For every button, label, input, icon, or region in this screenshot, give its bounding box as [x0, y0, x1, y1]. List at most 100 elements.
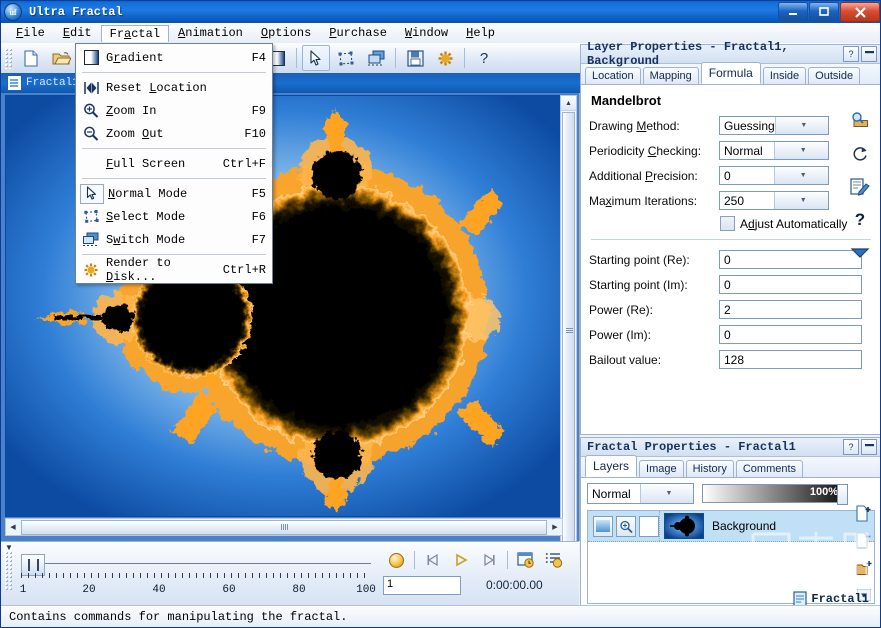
tab-outside[interactable]: Outside	[808, 67, 861, 84]
timeline-window-icon[interactable]	[513, 549, 539, 571]
tab-inside[interactable]: Inside	[762, 67, 807, 84]
reload-refresh-icon[interactable]	[849, 144, 871, 164]
fractal-properties-minimize-button[interactable]	[861, 439, 877, 455]
timeline-track[interactable]	[21, 554, 371, 576]
close-button[interactable]	[840, 2, 880, 22]
play-icon[interactable]	[448, 549, 474, 571]
document-icon	[7, 75, 22, 91]
additional-precision-combo[interactable]: 0 ▼	[719, 166, 829, 185]
menu-item-switch-mode[interactable]: Switch Mode F7	[76, 228, 272, 251]
add-group-icon[interactable]	[853, 558, 875, 578]
edit-formula-icon[interactable]	[849, 177, 871, 197]
menu-options[interactable]: Options	[252, 24, 320, 42]
menu-item-zoom-out-shortcut: F10	[244, 126, 266, 141]
menu-item-zoom-in[interactable]: Zoom In F9	[76, 99, 272, 122]
chevron-down-icon[interactable]: ▼	[774, 117, 828, 134]
first-frame-icon[interactable]	[420, 549, 446, 571]
timeline-ruler: 1 20 40 60 80 100	[20, 573, 376, 601]
expand-down-icon[interactable]	[849, 243, 871, 263]
menu-item-render-to-disk[interactable]: Render to Disk... Ctrl+R	[76, 256, 272, 284]
browse-formula-icon[interactable]	[849, 111, 871, 131]
scroll-left-arrow[interactable]: ◀	[6, 523, 20, 531]
minimize-button[interactable]	[778, 2, 808, 22]
tab-comments[interactable]: Comments	[735, 460, 804, 477]
chevron-down-icon[interactable]: ▼	[773, 192, 828, 209]
tab-history[interactable]: History	[685, 460, 734, 477]
menu-item-normal-mode[interactable]: Normal Mode F5	[76, 182, 272, 205]
tab-mapping[interactable]: Mapping	[642, 67, 699, 84]
tab-image[interactable]: Image	[639, 460, 684, 477]
menu-item-zoom-out[interactable]: Zoom Out F10	[76, 122, 272, 145]
toolbar-grip[interactable]	[4, 47, 13, 69]
scroll-up-arrow[interactable]: ▲	[561, 96, 576, 111]
maximize-button[interactable]	[809, 2, 839, 22]
menu-item-reset-location[interactable]: Reset Location	[76, 76, 272, 99]
menu-purchase[interactable]: Purchase	[320, 24, 396, 42]
help-question-icon[interactable]: ?	[470, 45, 498, 71]
menu-item-full-screen[interactable]: Full Screen Ctrl+F	[76, 152, 272, 175]
menu-animation[interactable]: Animation	[169, 24, 252, 42]
switch-mode-icon[interactable]	[362, 45, 390, 71]
tab-layers[interactable]: Layers	[585, 455, 638, 477]
opacity-slider[interactable]: 100%	[702, 484, 848, 505]
layer-properties-help-button[interactable]: ?	[843, 46, 859, 62]
menu-edit[interactable]: Edit	[54, 24, 101, 42]
delete-layer-icon[interactable]	[853, 531, 875, 551]
table-row[interactable]: Background	[588, 511, 874, 542]
document-tab-label: Fractal1	[26, 77, 79, 89]
menu-item-gradient[interactable]: Gradient F4	[76, 46, 272, 69]
layer-list[interactable]: Background	[587, 510, 875, 604]
menu-file[interactable]: FFileile	[7, 24, 54, 42]
drawing-method-combo[interactable]: Guessing ▼	[719, 116, 829, 135]
adjust-automatically-checkbox[interactable]	[720, 216, 735, 231]
save-disk-icon[interactable]	[401, 45, 429, 71]
zoom-out-icon	[80, 125, 102, 143]
chevron-down-icon[interactable]: ▼	[773, 142, 828, 159]
chevron-down-icon[interactable]: ▼	[773, 167, 828, 184]
periodicity-checking-combo[interactable]: Normal ▼	[719, 141, 829, 160]
tab-formula[interactable]: Formula	[700, 62, 761, 84]
horizontal-scroll-thumb[interactable]	[21, 519, 547, 535]
last-frame-icon[interactable]	[476, 549, 502, 571]
layer-properties-minimize-button[interactable]	[861, 46, 877, 62]
normal-mode-cursor-icon[interactable]	[302, 45, 330, 71]
menu-fractal[interactable]: Fractal	[100, 24, 170, 42]
open-folder-icon[interactable]	[47, 45, 75, 71]
blend-mode-combo[interactable]: Normal ▼	[587, 483, 694, 504]
current-frame-input[interactable]: 1	[383, 576, 461, 595]
fractal-properties-help-button[interactable]: ?	[843, 439, 859, 455]
add-layer-icon[interactable]	[853, 504, 875, 524]
layer-lock-toggle[interactable]	[639, 515, 659, 537]
scroll-right-arrow[interactable]: ▶	[548, 523, 562, 531]
maximum-iterations-combo[interactable]: 250 ▼	[719, 191, 829, 210]
document-tab-fractal1[interactable]: Fractal1	[7, 75, 79, 91]
layer-preview-toggle[interactable]	[616, 515, 636, 537]
menu-item-select-mode[interactable]: Select Mode F6	[76, 205, 272, 228]
bailout-value-input[interactable]: 128	[719, 350, 862, 369]
power-im-input[interactable]: 0	[719, 325, 862, 344]
starting-point-im-input[interactable]: 0	[719, 275, 862, 294]
opacity-slider-knob[interactable]	[837, 484, 848, 505]
canvas-vertical-scrollbar[interactable]: ▲ ▼	[560, 95, 577, 587]
menu-item-render-to-disk-shortcut: Ctrl+R	[222, 262, 266, 277]
power-re-input[interactable]: 2	[719, 300, 862, 319]
vertical-scroll-thumb[interactable]	[562, 112, 575, 550]
record-button-icon[interactable]	[383, 549, 409, 571]
select-mode-icon[interactable]	[332, 45, 360, 71]
menu-item-switch-mode-label: Switch Mode	[106, 232, 186, 247]
animation-bar-grip[interactable]	[4, 550, 13, 590]
new-file-icon[interactable]	[17, 45, 45, 71]
render-to-disk-icon[interactable]	[431, 45, 459, 71]
chevron-down-icon[interactable]: ▼	[640, 484, 693, 503]
menu-item-zoom-in-shortcut: F9	[251, 103, 266, 118]
help-question-icon[interactable]: ?	[849, 210, 871, 230]
tab-location[interactable]: Location	[585, 67, 641, 84]
ruler-label-100: 100	[356, 584, 376, 596]
keyframe-list-icon[interactable]	[541, 549, 567, 571]
menu-item-full-screen-label: Full Screen	[106, 156, 186, 171]
layer-visible-toggle[interactable]	[593, 515, 613, 537]
menu-window[interactable]: Window	[396, 24, 457, 42]
canvas-horizontal-scrollbar[interactable]: ◀ ▶	[5, 518, 563, 536]
starting-point-re-input[interactable]: 0	[719, 250, 862, 269]
menu-help[interactable]: Help	[457, 24, 504, 42]
